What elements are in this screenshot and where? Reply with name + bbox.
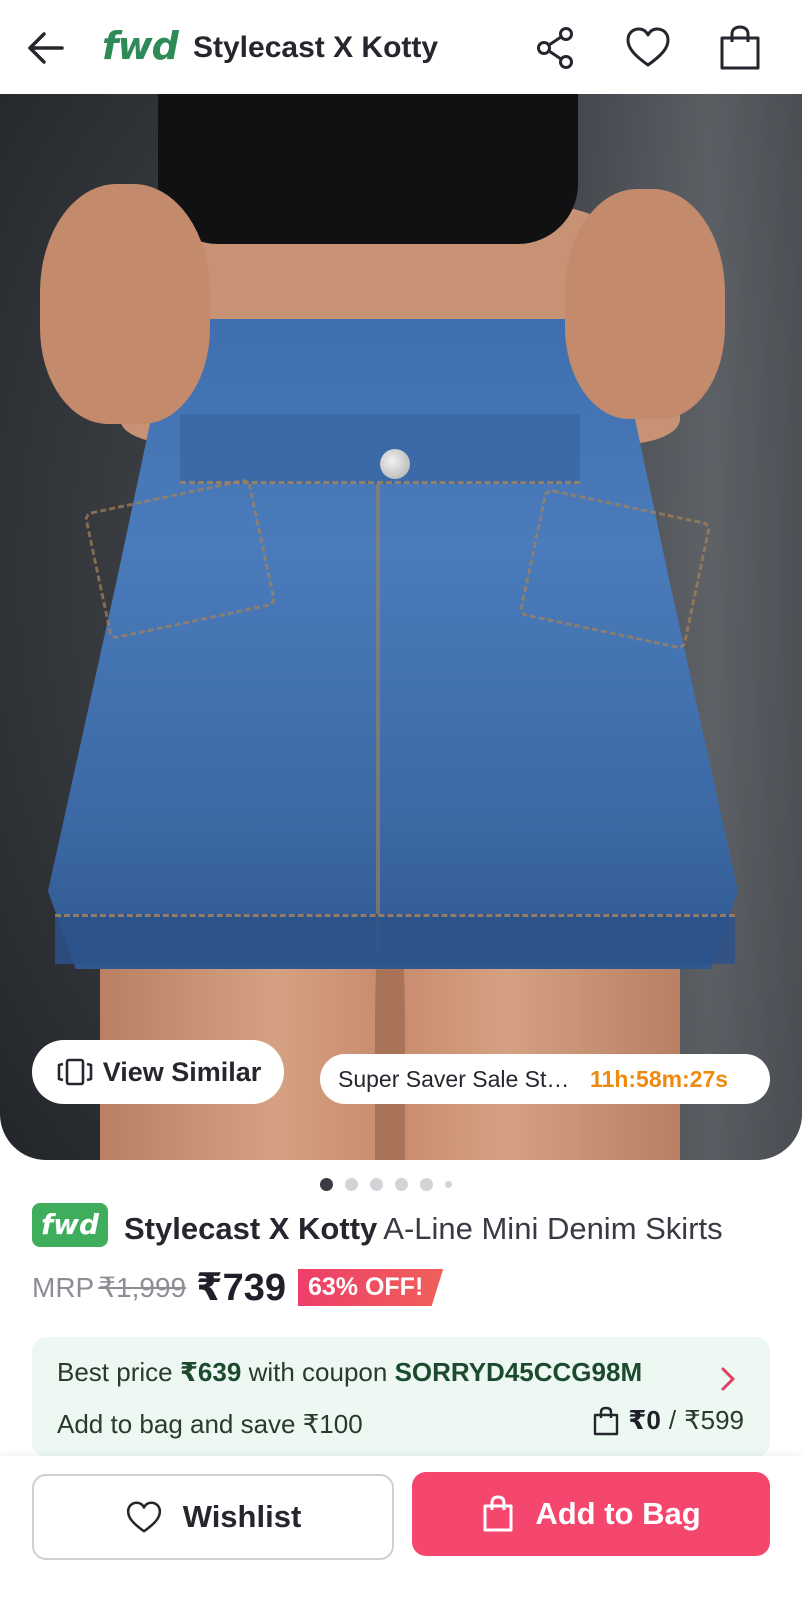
best-price-line: Best price ₹639 with coupon SORRYD45CCG9… (57, 1357, 642, 1388)
best-price-value: ₹639 (179, 1357, 242, 1387)
app-header: fwd Stylecast X Kotty (0, 0, 802, 94)
discount-badge: 63% OFF! (297, 1269, 444, 1306)
sale-text: Super Saver Sale Starts In (338, 1065, 578, 1092)
coupon-code: SORRYD45CCG98M (394, 1357, 643, 1387)
bag-icon (594, 1406, 619, 1435)
back-arrow-icon[interactable] (24, 26, 68, 70)
mrp-label: MRP (32, 1271, 95, 1303)
model-top (158, 94, 578, 244)
model-hand-right (565, 189, 725, 419)
bag-icon (483, 1495, 513, 1532)
price-row: MRP ₹1,999 ₹739 63% OFF! (32, 1265, 444, 1310)
bag-progress: ₹0 / ₹599 (592, 1405, 744, 1436)
product-title: Stylecast X Kotty A-Line Mini Denim Skirt… (124, 1211, 723, 1247)
brand-logo: fwd (102, 24, 179, 68)
skirt-button (380, 449, 410, 479)
mrp-value: ₹1,999 (98, 1272, 187, 1303)
best-price-prefix: Best price (57, 1357, 173, 1387)
product-name: A-Line Mini Denim Skirts (383, 1211, 723, 1246)
similar-cards-icon (57, 1058, 93, 1086)
brand-badge: fwd (32, 1203, 108, 1247)
save-text: Add to bag and save ₹100 (57, 1409, 363, 1439)
carousel-dot[interactable] (445, 1181, 452, 1188)
model-hand-left (40, 184, 210, 424)
chevron-right-icon[interactable] (718, 1365, 738, 1393)
bag-icon[interactable] (716, 24, 764, 72)
add-to-bag-label: Add to Bag (535, 1496, 701, 1531)
carousel-dots (0, 1178, 802, 1191)
coupon-middle-text: with coupon (248, 1357, 388, 1387)
coupon-offer-card[interactable]: Best price ₹639 with coupon SORRYD45CCG9… (32, 1337, 770, 1457)
heart-icon (126, 1501, 161, 1533)
wishlist-button[interactable]: Wishlist (32, 1474, 394, 1560)
product-brand[interactable]: Stylecast X Kotty (124, 1211, 377, 1246)
carousel-dot[interactable] (345, 1178, 358, 1191)
skirt-seam (376, 484, 380, 954)
carousel-dot[interactable] (320, 1178, 333, 1191)
selling-price: ₹739 (196, 1267, 286, 1309)
view-similar-button[interactable]: View Similar (32, 1040, 284, 1104)
bag-target-value: ₹599 (684, 1405, 744, 1435)
share-icon[interactable] (532, 24, 580, 72)
sale-countdown-banner[interactable]: Super Saver Sale Starts In 11h:58m:27s (320, 1054, 770, 1104)
skirt-waistband (180, 414, 580, 484)
heart-icon[interactable] (624, 24, 672, 72)
bag-separator: / (668, 1405, 677, 1435)
page-title: Stylecast X Kotty (193, 31, 439, 64)
skirt-hem (55, 914, 735, 964)
add-to-bag-button[interactable]: Add to Bag (412, 1472, 770, 1556)
sale-timer: 11h:58m:27s (590, 1065, 729, 1092)
bag-current-value: ₹0 (628, 1405, 661, 1435)
carousel-dot[interactable] (420, 1178, 433, 1191)
carousel-dot[interactable] (395, 1178, 408, 1191)
wishlist-label: Wishlist (182, 1499, 302, 1534)
product-image[interactable] (0, 94, 802, 1160)
view-similar-label: View Similar (102, 1056, 262, 1087)
carousel-dot[interactable] (370, 1178, 383, 1191)
bottom-action-bar: Wishlist Add to Bag (0, 1456, 802, 1600)
